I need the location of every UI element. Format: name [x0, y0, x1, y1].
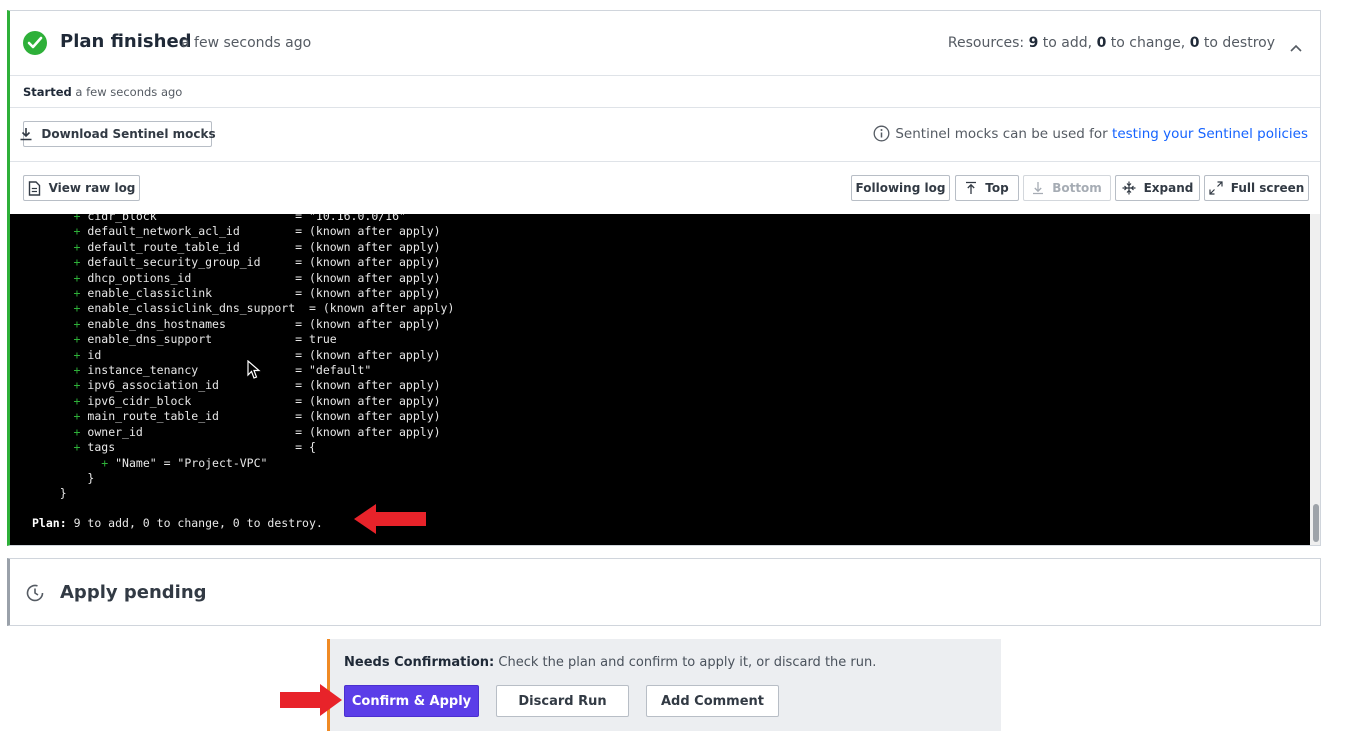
download-sentinel-mocks-label: Download Sentinel mocks [41, 127, 216, 141]
confirmation-text: Needs Confirmation: Check the plan and c… [344, 655, 876, 670]
pending-clock-icon [26, 584, 44, 602]
log-line: + default_security_group_id = (known aft… [73, 255, 441, 270]
resources-add-count: 9 [1028, 35, 1039, 51]
document-icon [28, 180, 40, 196]
plan-card: Plan finished a few seconds ago Resource… [7, 10, 1321, 546]
log-line: + enable_classiclink_dns_support = (know… [73, 301, 455, 316]
resources-prefix: Resources: [947, 35, 1025, 51]
log-toolbar: View raw log Following log Top Bottom Ex… [10, 162, 1320, 214]
scrollbar-thumb[interactable] [1313, 504, 1319, 542]
log-line: + default_route_table_id = (known after … [73, 239, 441, 254]
resources-change-count: 0 [1096, 35, 1107, 51]
resources-add-label: to add, [1042, 35, 1093, 51]
view-raw-log-button[interactable]: View raw log [23, 175, 140, 201]
sentinel-mocks-row: Download Sentinel mocks Sentinel mocks c… [10, 108, 1320, 162]
log-line: } [59, 486, 67, 501]
download-icon [20, 128, 32, 141]
plan-summary-label: Plan: [32, 516, 67, 530]
bottom-button[interactable]: Bottom [1023, 175, 1111, 201]
confirmation-panel: Needs Confirmation: Check the plan and c… [327, 639, 1001, 731]
plan-header[interactable]: Plan finished a few seconds ago Resource… [10, 11, 1320, 76]
log-line: + id = (known after apply) [73, 347, 441, 362]
check-circle-icon [23, 31, 47, 55]
log-line: + ipv6_cidr_block = (known after apply) [73, 393, 441, 408]
plan-title: Plan finished [60, 31, 192, 52]
sentinel-mocks-info-text: Sentinel mocks can be used for [895, 125, 1108, 142]
started-row: Started a few seconds ago [10, 76, 1320, 108]
started-time: a few seconds ago [75, 85, 183, 99]
resources-summary: Resources: 9 to add, 0 to change, 0 to d… [948, 35, 1275, 51]
chevron-up-icon[interactable] [1290, 37, 1302, 56]
discard-run-button[interactable]: Discard Run [496, 685, 629, 717]
log-line: + instance_tenancy = "default" [73, 363, 372, 378]
expand-icon [1122, 181, 1136, 195]
arrow-to-top-icon [966, 181, 977, 194]
confirmation-message: Check the plan and confirm to apply it, … [498, 655, 877, 670]
log-line: + owner_id = (known after apply) [73, 424, 441, 439]
log-line: } [87, 470, 95, 485]
started-label: Started [23, 85, 72, 99]
log-line: + default_network_acl_id = (known after … [73, 224, 441, 239]
log-line: + enable_dns_hostnames = (known after ap… [73, 316, 441, 331]
terminal-scrollbar[interactable] [1310, 214, 1320, 545]
add-comment-button[interactable]: Add Comment [646, 685, 779, 717]
plan-summary-line: Plan: 9 to add, 0 to change, 0 to destro… [32, 516, 323, 530]
log-line: + enable_dns_support = true [73, 332, 337, 347]
apply-card[interactable]: Apply pending [7, 558, 1321, 626]
top-button[interactable]: Top [955, 175, 1019, 201]
log-line: + main_route_table_id = (known after app… [73, 409, 441, 424]
testing-sentinel-policies-link[interactable]: testing your Sentinel policies [1112, 126, 1308, 142]
resources-destroy-label: to destroy [1203, 35, 1275, 51]
full-screen-label: Full screen [1230, 181, 1305, 195]
plan-time: a few seconds ago [181, 35, 312, 51]
resources-change-label: to change, [1110, 35, 1186, 51]
log-line: + tags = { [73, 440, 316, 455]
log-line: + enable_classiclink = (known after appl… [73, 286, 441, 301]
started-text: Started a few seconds ago [23, 85, 182, 99]
log-line: + cidr_block = "10.16.0.0/16" [73, 214, 406, 223]
confirmation-label: Needs Confirmation: [344, 655, 495, 670]
full-screen-button[interactable]: Full screen [1204, 175, 1309, 201]
download-sentinel-mocks-button[interactable]: Download Sentinel mocks [20, 121, 216, 147]
log-line: + dhcp_options_id = (known after apply) [73, 270, 441, 285]
view-raw-log-label: View raw log [48, 181, 136, 195]
arrow-to-bottom-icon [1033, 182, 1044, 195]
resources-destroy-count: 0 [1189, 35, 1200, 51]
mouse-cursor-icon [247, 360, 261, 379]
apply-title: Apply pending [60, 582, 207, 603]
red-arrow-annotation-icon [354, 504, 426, 534]
bottom-label: Bottom [1052, 181, 1102, 195]
red-arrow-annotation-icon [280, 684, 342, 716]
full-screen-icon [1209, 181, 1223, 195]
following-log-button[interactable]: Following log [851, 175, 950, 201]
log-line: + "Name" = "Project-VPC" [101, 455, 268, 470]
log-lines: + cidr_block = "10.16.0.0/16" + default_… [32, 214, 455, 502]
info-icon [873, 125, 890, 142]
terminal-log[interactable]: + cidr_block = "10.16.0.0/16" + default_… [10, 214, 1310, 545]
log-line: + ipv6_association_id = (known after app… [73, 378, 441, 393]
plan-summary-text: 9 to add, 0 to change, 0 to destroy. [73, 516, 323, 530]
sentinel-mocks-info: Sentinel mocks can be used for testing y… [873, 125, 1308, 142]
expand-button[interactable]: Expand [1115, 175, 1200, 201]
expand-label: Expand [1143, 181, 1194, 195]
top-label: Top [985, 181, 1009, 195]
following-log-label: Following log [855, 181, 946, 195]
confirm-apply-button[interactable]: Confirm & Apply [344, 685, 479, 717]
